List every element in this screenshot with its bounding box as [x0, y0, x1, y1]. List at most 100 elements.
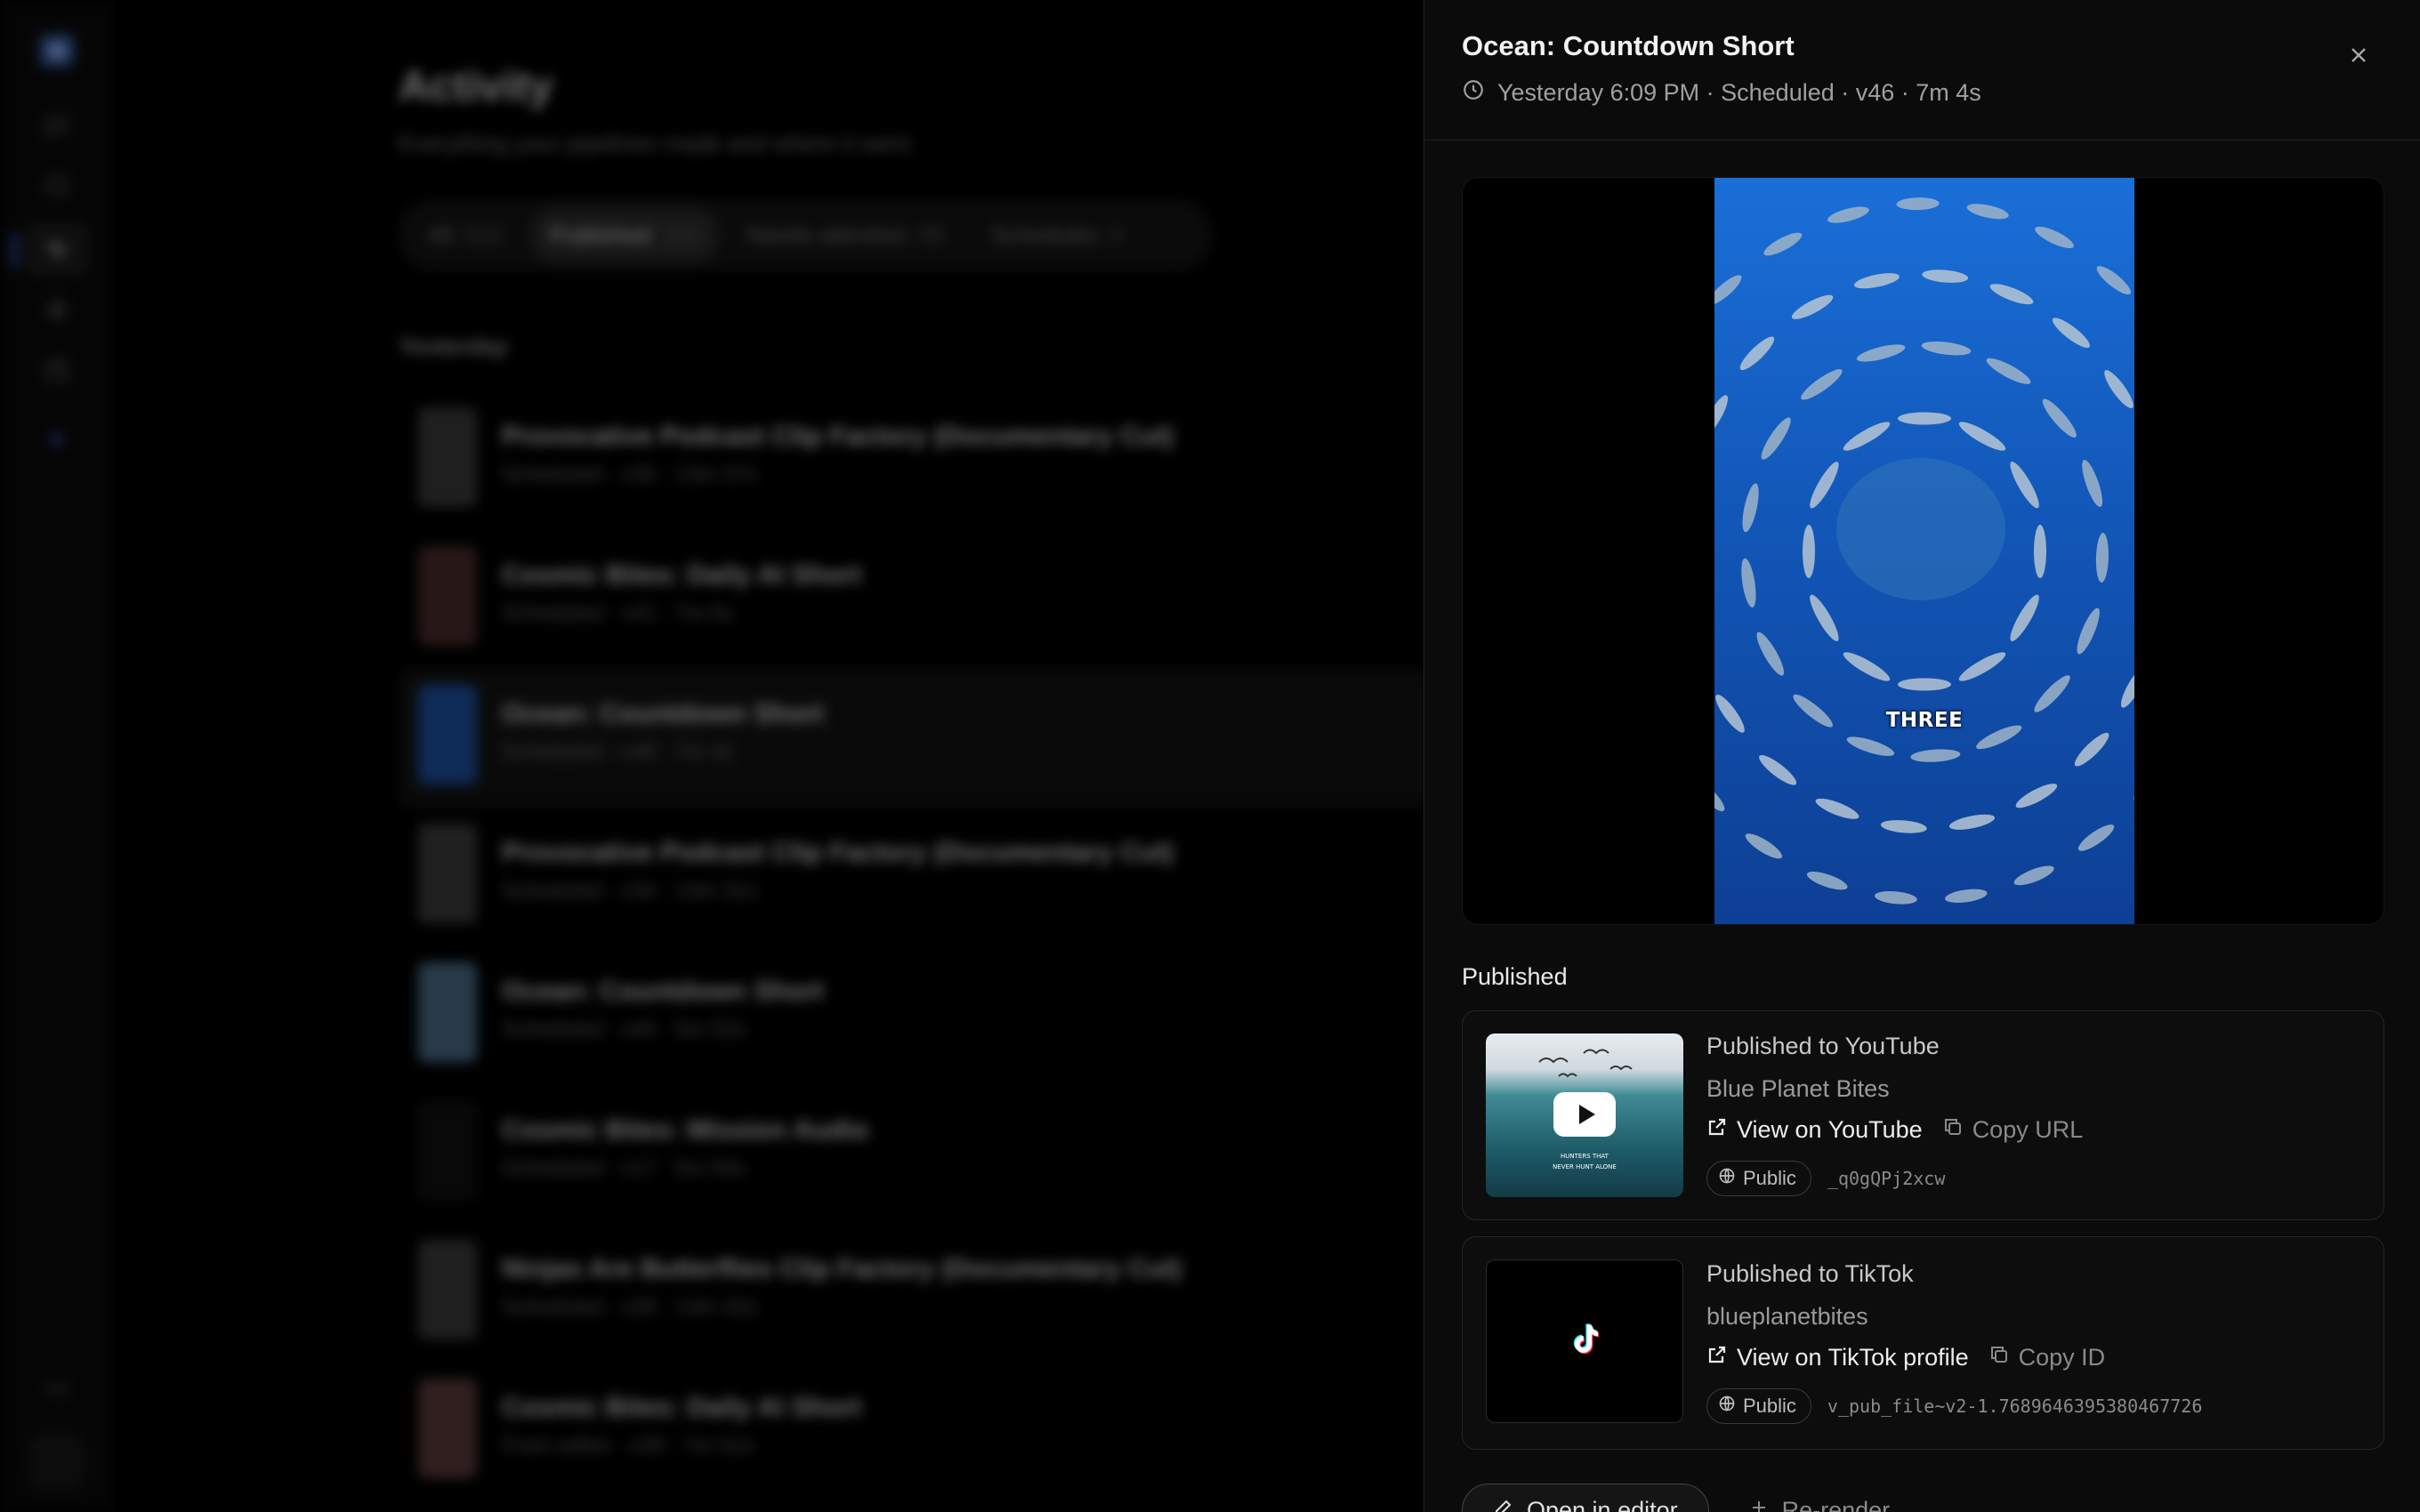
youtube-account: Blue Planet Bites — [1706, 1075, 1890, 1102]
button-label: Re-render — [1781, 1496, 1891, 1512]
youtube-thumbnail[interactable]: HUNTERS THAT NEVER HUNT ALONE — [1486, 1033, 1683, 1197]
published-section-label: Published — [1462, 963, 1568, 990]
dolphin-shape — [1874, 890, 1917, 905]
visibility-label: Public — [1743, 1167, 1796, 1189]
dolphin-shape — [2010, 594, 2039, 642]
video-caption: THREE — [1885, 709, 1964, 732]
drawer-title: Ocean: Countdown Short — [1462, 30, 1795, 61]
edit-icon — [1493, 1497, 1514, 1512]
tiktok-post-id: v_pub_file~v2-1.7689646395380467726 — [1827, 1395, 2203, 1417]
dolphin-shape — [1843, 422, 1891, 451]
dolphin-shape — [1810, 594, 1839, 642]
visibility-badge: Public — [1706, 1388, 1811, 1424]
dolphin-shape — [1853, 273, 1900, 289]
dolphin-shape — [2096, 266, 2132, 295]
copy-icon — [1942, 1116, 1964, 1144]
globe-icon — [1718, 1167, 1736, 1190]
globe-icon — [1718, 1395, 1736, 1418]
tiktok-actions: View on TikTok profile Copy ID — [1706, 1344, 2105, 1371]
visibility-badge: Public — [1706, 1161, 1811, 1196]
dolphin-shape — [1958, 652, 2006, 681]
dolphin-shape — [1759, 754, 1797, 785]
tiktok-thumbnail[interactable] — [1486, 1259, 1683, 1423]
youtube-actions: View on YouTube Copy URL — [1706, 1116, 2083, 1144]
youtube-publish-card: HUNTERS THAT NEVER HUNT ALONE Published … — [1462, 1010, 2384, 1220]
close-button[interactable] — [2341, 39, 2376, 75]
detail-drawer: Ocean: Countdown Short Yesterday 6:09 PM… — [1424, 0, 2420, 1512]
copy-id-button[interactable]: Copy ID — [1988, 1344, 2106, 1371]
dolphin-shape — [1815, 798, 1859, 819]
drawer-header: Ocean: Countdown Short Yesterday 6:09 PM… — [1424, 0, 2420, 141]
dolphin-shape — [2010, 461, 2039, 509]
dolphin-shape — [2120, 666, 2134, 708]
dolphin-shape — [1742, 483, 1759, 533]
dolphin-shape — [1763, 232, 1803, 256]
re-render-button[interactable]: Re-render — [1736, 1484, 1903, 1512]
youtube-heading: Published to YouTube — [1706, 1033, 1940, 1059]
view-link-label: View on TikTok profile — [1737, 1344, 1969, 1371]
external-link-icon — [1706, 1344, 1728, 1371]
thumb-text: NEVER HUNT ALONE — [1553, 1163, 1617, 1170]
thumb-text: HUNTERS THAT — [1561, 1153, 1609, 1160]
open-in-editor-button[interactable]: Open in editor — [1462, 1484, 1709, 1512]
copy-label: Copy URL — [1972, 1116, 2084, 1143]
dolphin-shape — [1714, 779, 1725, 812]
visibility-label: Public — [1743, 1395, 1796, 1417]
baitball-shape — [1836, 458, 2005, 600]
tiktok-account: blueplanetbites — [1706, 1303, 1868, 1330]
dolphin-shape — [1910, 749, 1961, 762]
close-icon — [2346, 43, 2371, 72]
dolphin-shape — [2077, 607, 2100, 655]
dolphin-school-image — [1714, 197, 2134, 905]
copy-url-button[interactable]: Copy URL — [1942, 1116, 2084, 1144]
plus-icon — [1748, 1497, 1770, 1512]
drawer-meta-text: Yesterday 6:09 PM · Scheduled · v46 · 7m… — [1497, 79, 1981, 106]
view-on-youtube-link[interactable]: View on YouTube — [1706, 1116, 1923, 1144]
youtube-video-id: _q0gQPj2xcw — [1827, 1168, 1946, 1189]
dolphin-shape — [2077, 824, 2115, 851]
clock-icon — [1462, 78, 1485, 108]
dolphin-shape — [1896, 197, 1940, 211]
dolphin-shape — [1827, 206, 1869, 223]
dolphin-shape — [2035, 226, 2074, 248]
youtube-play-icon — [1553, 1092, 1616, 1137]
copy-icon — [1988, 1344, 2010, 1371]
view-on-tiktok-link[interactable]: View on TikTok profile — [1706, 1344, 1969, 1371]
dolphin-shape — [1898, 678, 1951, 691]
dolphin-shape — [2042, 398, 2077, 438]
dolphin-shape — [1801, 369, 1843, 400]
dolphin-shape — [2013, 865, 2054, 886]
video-player[interactable]: THREE — [1462, 177, 2384, 925]
dolphin-shape — [2082, 459, 2103, 508]
modal-scrim[interactable] — [0, 0, 1424, 1512]
dolphin-shape — [1741, 558, 1756, 608]
video-frame[interactable]: THREE — [1714, 178, 2134, 924]
dolphin-shape — [1922, 269, 1969, 283]
dolphin-shape — [2095, 533, 2109, 583]
dolphin-shape — [1880, 820, 1927, 833]
dolphin-shape — [1846, 736, 1895, 756]
dolphin-shape — [1761, 417, 1791, 460]
dolphin-shape — [1810, 462, 1839, 509]
drawer-meta: Yesterday 6:09 PM · Scheduled · v46 · 7m… — [1462, 78, 1981, 108]
drawer-footer-actions: Open in editor Re-render — [1462, 1484, 1902, 1512]
dolphin-shape — [1986, 358, 2031, 384]
dolphin-shape — [1714, 275, 1742, 305]
dolphin-shape — [1745, 833, 1783, 859]
dolphin-shape — [1989, 284, 2034, 305]
dolphin-shape — [1739, 336, 1775, 371]
dolphin-shape — [1714, 395, 1729, 437]
dolphin-shape — [1948, 814, 1996, 830]
tiktok-logo-icon — [1569, 1323, 1600, 1361]
dolphin-shape — [1945, 889, 1988, 903]
dolphin-shape — [1958, 422, 2006, 451]
copy-label: Copy ID — [2018, 1344, 2106, 1371]
dolphin-shape — [1791, 294, 1834, 319]
external-link-icon — [1706, 1116, 1728, 1144]
dolphin-shape — [1803, 525, 1815, 578]
dolphin-shape — [1966, 204, 2009, 220]
tiktok-heading: Published to TikTok — [1706, 1260, 1914, 1287]
dolphin-shape — [1756, 631, 1785, 676]
dolphin-shape — [1921, 341, 1972, 356]
tiktok-publish-card: Published to TikTok blueplanetbites View… — [1462, 1236, 2384, 1450]
